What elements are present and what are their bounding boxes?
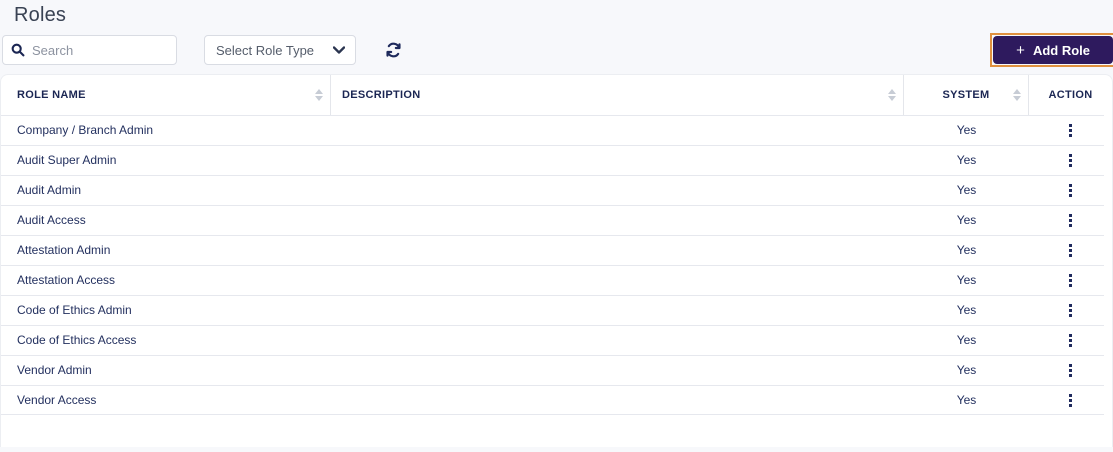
action-cell — [1029, 240, 1112, 261]
system-cell: Yes — [956, 123, 977, 137]
add-role-highlight-box: + Add Role — [990, 33, 1113, 67]
row-actions-kebab-icon[interactable] — [1063, 360, 1078, 381]
system-cell: Yes — [956, 243, 977, 257]
column-header-system[interactable]: SYSTEM — [904, 75, 1029, 115]
action-cell — [1029, 360, 1112, 381]
table-row: Company / Branch Admin Yes — [1, 115, 1112, 145]
column-header-description[interactable]: DESCRIPTION — [331, 75, 904, 115]
column-header-role-name[interactable]: ROLE NAME — [1, 75, 331, 115]
sort-icon[interactable] — [315, 89, 323, 101]
row-actions-kebab-icon[interactable] — [1063, 180, 1078, 201]
role-name-cell: Audit Admin — [17, 183, 82, 197]
role-type-select[interactable]: Select Role Type — [204, 35, 356, 65]
row-actions-kebab-icon[interactable] — [1063, 270, 1078, 291]
row-actions-kebab-icon[interactable] — [1063, 240, 1078, 261]
table-row: Attestation Admin Yes — [1, 235, 1112, 265]
column-header-action: ACTION — [1029, 75, 1112, 115]
toolbar: Select Role Type + Add Role — [0, 33, 1113, 67]
action-cell — [1029, 390, 1112, 411]
role-name-cell: Attestation Access — [17, 273, 116, 287]
system-cell: Yes — [956, 303, 977, 317]
chevron-down-icon — [333, 46, 345, 54]
system-cell: Yes — [956, 153, 977, 167]
row-actions-kebab-icon[interactable] — [1063, 120, 1078, 141]
table-row: Audit Admin Yes — [1, 175, 1112, 205]
plus-icon: + — [1016, 41, 1025, 59]
system-cell: Yes — [956, 213, 977, 227]
system-cell: Yes — [956, 363, 977, 377]
column-label: SYSTEM — [942, 89, 990, 101]
action-cell — [1029, 270, 1112, 291]
search-input[interactable] — [32, 42, 168, 58]
system-cell: Yes — [956, 333, 977, 347]
table-header-row: ROLE NAME DESCRIPTION SYSTEM ACTION — [1, 75, 1112, 115]
search-icon — [11, 43, 32, 57]
row-actions-kebab-icon[interactable] — [1063, 300, 1078, 321]
system-cell: Yes — [956, 393, 977, 407]
column-label: DESCRIPTION — [342, 89, 421, 101]
role-name-cell: Code of Ethics Admin — [17, 303, 132, 317]
role-name-cell: Vendor Access — [17, 393, 97, 407]
action-cell — [1029, 210, 1112, 231]
table-row: Code of Ethics Access Yes — [1, 325, 1112, 355]
row-actions-kebab-icon[interactable] — [1063, 150, 1078, 171]
row-actions-kebab-icon[interactable] — [1063, 210, 1078, 231]
table-row: Code of Ethics Admin Yes — [1, 295, 1112, 325]
sort-icon[interactable] — [888, 89, 896, 101]
role-name-cell: Audit Access — [17, 213, 86, 227]
roles-table: ROLE NAME DESCRIPTION SYSTEM ACTION Comp… — [0, 74, 1113, 447]
action-cell — [1029, 330, 1112, 351]
table-row: Vendor Admin Yes — [1, 355, 1112, 385]
system-cell: Yes — [956, 273, 977, 287]
page-title: Roles — [14, 4, 67, 26]
action-cell — [1029, 120, 1112, 141]
role-type-select-value: Select Role Type — [216, 42, 315, 58]
table-row: Audit Super Admin Yes — [1, 145, 1112, 175]
role-name-cell: Audit Super Admin — [17, 153, 117, 167]
add-role-label: Add Role — [1032, 42, 1090, 58]
table-row: Audit Access Yes — [1, 205, 1112, 235]
action-cell — [1029, 300, 1112, 321]
table-row: Vendor Access Yes — [1, 385, 1112, 415]
row-actions-kebab-icon[interactable] — [1063, 330, 1078, 351]
column-label: ROLE NAME — [17, 89, 86, 101]
role-name-cell: Attestation Admin — [17, 243, 111, 257]
refresh-icon — [385, 42, 402, 58]
table-row: Attestation Access Yes — [1, 265, 1112, 295]
action-cell — [1029, 150, 1112, 171]
sort-icon[interactable] — [1013, 89, 1021, 101]
role-name-cell: Vendor Admin — [17, 363, 92, 377]
roles-page: Roles Select Role Type — [0, 3, 1113, 452]
role-name-cell: Code of Ethics Access — [17, 333, 137, 347]
search-box — [2, 35, 177, 65]
action-cell — [1029, 180, 1112, 201]
refresh-button[interactable] — [382, 39, 404, 61]
row-actions-kebab-icon[interactable] — [1063, 390, 1078, 411]
role-name-cell: Company / Branch Admin — [17, 123, 154, 137]
column-label: ACTION — [1048, 89, 1093, 101]
system-cell: Yes — [956, 183, 977, 197]
add-role-button[interactable]: + Add Role — [993, 36, 1113, 64]
table-body: Company / Branch Admin Yes Audit Super A… — [1, 115, 1112, 415]
